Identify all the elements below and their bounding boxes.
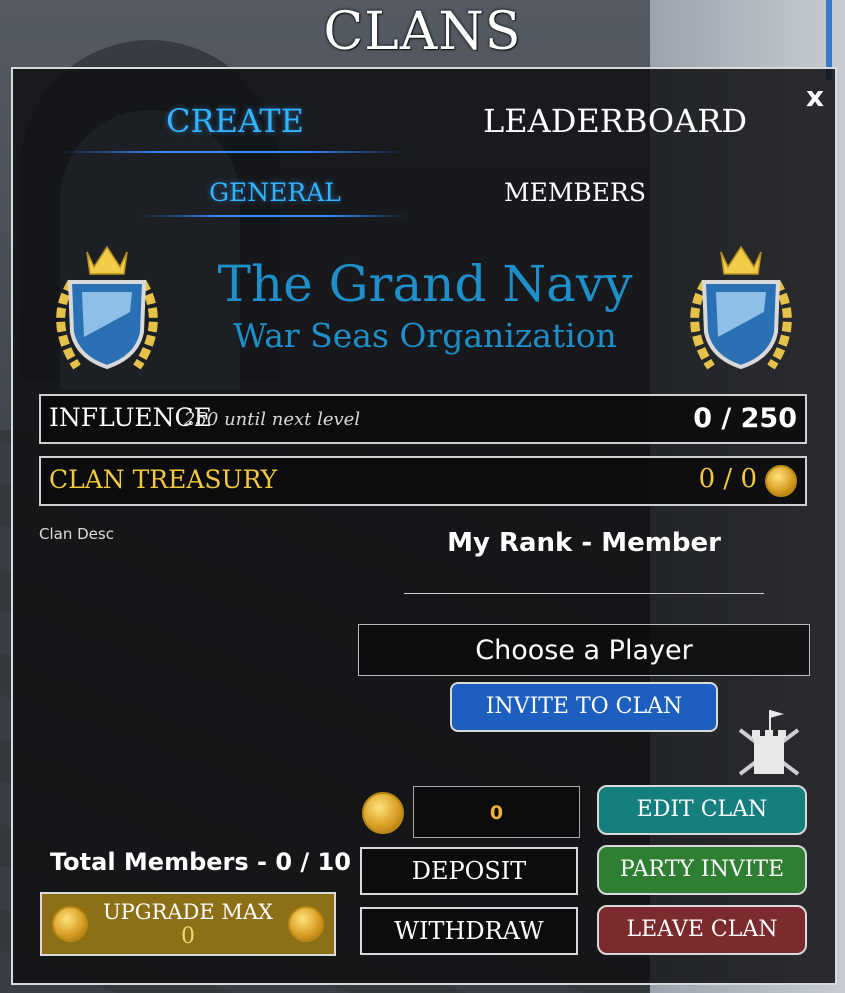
total-members: Total Members - 0 / 10 xyxy=(50,848,351,876)
party-invite-button[interactable]: PARTY INVITE xyxy=(597,845,807,895)
treasury-label: CLAN TREASURY xyxy=(49,465,278,494)
tab-general-underline xyxy=(142,215,408,217)
amount-input[interactable]: 0 xyxy=(413,786,580,838)
upgrade-cost: 0 xyxy=(181,924,195,949)
shield-crown-laurel-icon xyxy=(690,245,792,370)
withdraw-button[interactable]: WITHDRAW xyxy=(360,907,578,955)
gold-coin-icon xyxy=(765,465,797,497)
castle-swords-icon[interactable] xyxy=(732,708,806,778)
tab-create-underline xyxy=(62,151,404,153)
gold-coin-icon xyxy=(362,792,404,834)
treasury-value: 0 / 0 xyxy=(698,464,757,494)
leave-clan-button[interactable]: LEAVE CLAN xyxy=(597,905,807,955)
tab-leaderboard[interactable]: LEADERBOARD xyxy=(460,102,770,140)
close-icon[interactable]: x xyxy=(800,82,830,112)
upgrade-max-label: UPGRADE MAX xyxy=(102,900,274,924)
treasury-bar: CLAN TREASURY 0 / 0 xyxy=(39,456,807,506)
window-title: CLANS xyxy=(323,2,522,62)
choose-player-input[interactable]: Choose a Player xyxy=(358,624,810,676)
tab-create[interactable]: CREATE xyxy=(100,102,370,140)
my-rank: My Rank - Member xyxy=(447,528,721,558)
clan-name: The Grand Navy xyxy=(217,255,633,313)
influence-bar: INFLUENCE 250 until next level 0 / 250 xyxy=(39,394,807,444)
deposit-button[interactable]: DEPOSIT xyxy=(360,847,578,895)
clan-description: Clan Desc xyxy=(39,525,114,543)
edit-clan-button[interactable]: EDIT CLAN xyxy=(597,785,807,835)
tab-members[interactable]: MEMBERS xyxy=(460,178,690,207)
upgrade-max-button[interactable]: UPGRADE MAX 0 xyxy=(40,892,336,956)
invite-to-clan-button[interactable]: INVITE TO CLAN xyxy=(450,682,718,732)
tab-general[interactable]: GENERAL xyxy=(150,178,400,207)
influence-value: 0 / 250 xyxy=(693,403,797,434)
rank-divider xyxy=(404,593,764,594)
shield-crown-laurel-icon xyxy=(56,245,158,370)
influence-note: 250 until next level xyxy=(184,409,361,430)
clan-subtitle: War Seas Organization xyxy=(233,316,617,355)
